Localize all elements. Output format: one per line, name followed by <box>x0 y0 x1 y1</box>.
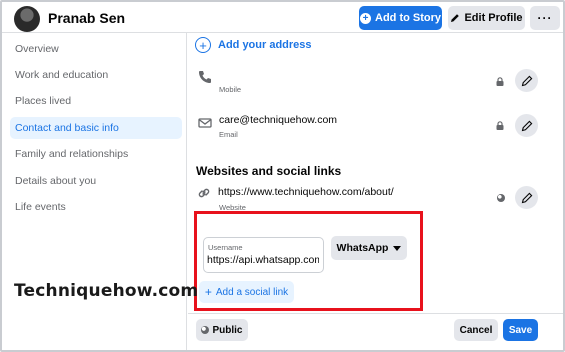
edit-mobile-button[interactable] <box>515 69 538 92</box>
add-to-story-label: Add to Story <box>375 12 441 24</box>
add-social-link-label: Add a social link <box>215 286 289 298</box>
mobile-label: Mobile <box>219 85 242 94</box>
cancel-button[interactable]: Cancel <box>454 319 498 341</box>
caret-down-icon <box>393 245 402 251</box>
add-to-story-button[interactable]: + Add to Story <box>359 6 442 30</box>
envelope-icon <box>198 118 212 128</box>
globe-icon <box>497 194 505 202</box>
contact-info-panel: + Add your address Mobile care@technique… <box>188 33 563 350</box>
sidebar-item-places-lived[interactable]: Places lived <box>10 90 182 112</box>
email-label: Email <box>219 130 238 139</box>
add-address-label: Add your address <box>218 39 312 51</box>
websites-section-title: Websites and social links <box>196 164 342 178</box>
email-value: care@techniquehow.com <box>219 114 338 126</box>
sidebar-item-contact-basic-info[interactable]: Contact and basic info <box>10 117 182 139</box>
username-field[interactable]: Username <box>203 237 324 273</box>
avatar[interactable] <box>14 6 40 32</box>
more-options-button[interactable]: ··· <box>530 6 560 30</box>
sidebar-item-work-education[interactable]: Work and education <box>10 64 182 86</box>
add-social-link-button[interactable]: + Add a social link <box>199 281 294 303</box>
edit-website-button[interactable] <box>515 186 538 209</box>
watermark: Techniquehow.com <box>14 281 199 301</box>
pencil-icon <box>451 14 460 22</box>
edit-profile-label: Edit Profile <box>464 12 523 24</box>
link-icon <box>198 188 210 198</box>
social-platform-select[interactable]: WhatsApp <box>331 236 407 260</box>
plus-icon: + <box>360 12 371 24</box>
phone-icon <box>199 71 211 83</box>
audience-label: Public <box>212 324 243 336</box>
sidebar-item-details-about-you[interactable]: Details about you <box>10 170 182 192</box>
plus-icon: + <box>204 285 212 299</box>
pencil-icon <box>521 120 532 131</box>
profile-header: Pranab Sen + Add to Story Edit Profile ·… <box>2 2 563 33</box>
profile-name[interactable]: Pranab Sen <box>48 10 125 26</box>
edit-profile-button[interactable]: Edit Profile <box>448 6 525 30</box>
save-button[interactable]: Save <box>503 319 538 341</box>
social-platform-value: WhatsApp <box>336 242 389 254</box>
edit-email-button[interactable] <box>515 114 538 137</box>
pencil-icon <box>521 192 532 203</box>
sidebar-item-family-relationships[interactable]: Family and relationships <box>10 143 182 165</box>
add-address-link[interactable]: + Add your address <box>195 37 312 53</box>
sidebar-item-life-events[interactable]: Life events <box>10 196 182 218</box>
scrollbar[interactable] <box>556 36 560 311</box>
globe-icon <box>201 326 210 334</box>
lock-icon <box>496 121 504 130</box>
sidebar-item-overview[interactable]: Overview <box>10 38 182 60</box>
pencil-icon <box>521 75 532 86</box>
plus-circle-icon: + <box>195 37 211 53</box>
about-sidebar: Overview Work and education Places lived… <box>2 33 187 350</box>
website-value[interactable]: https://www.techniquehow.com/about/ <box>218 186 394 198</box>
lock-icon <box>496 77 504 86</box>
username-input[interactable] <box>207 254 319 266</box>
footer-divider <box>188 313 563 314</box>
username-label: Username <box>208 243 243 252</box>
audience-selector-button[interactable]: Public <box>196 319 248 341</box>
